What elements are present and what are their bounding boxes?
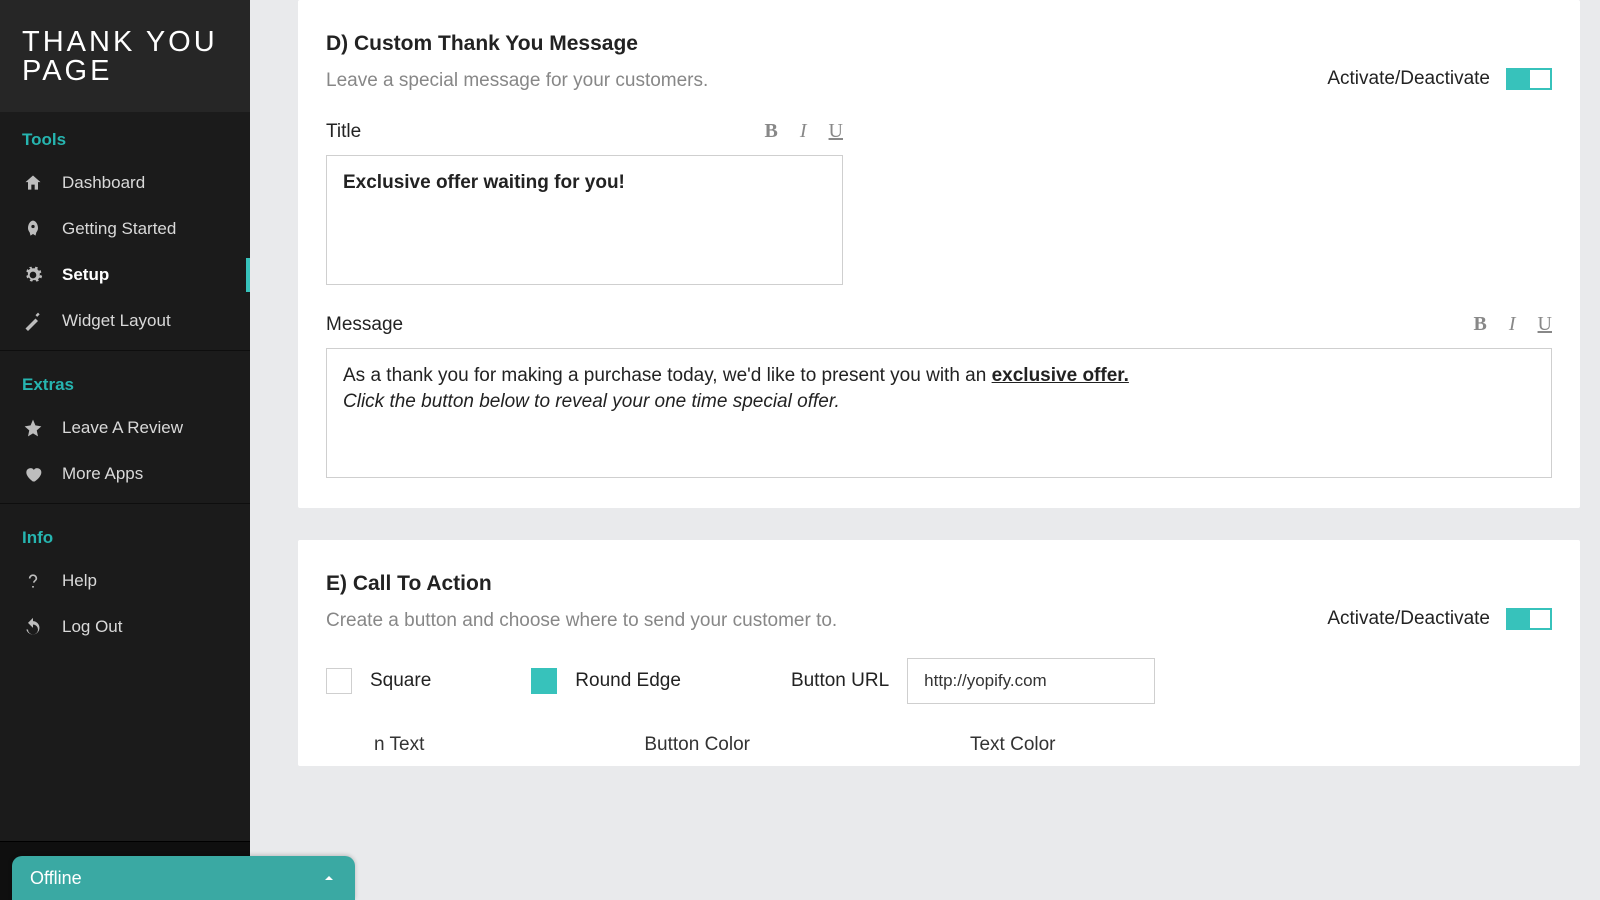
shape-square-label: Square xyxy=(370,670,431,692)
rocket-icon xyxy=(22,218,44,240)
checkbox-round-edge[interactable] xyxy=(531,668,557,694)
sidebar-item-leave-review[interactable]: Leave A Review xyxy=(0,405,250,451)
sidebar-item-label: More Apps xyxy=(62,464,143,484)
section-e-title: E) Call To Action xyxy=(326,572,1307,596)
wand-icon xyxy=(22,310,44,332)
sidebar-item-label: Log Out xyxy=(62,617,123,637)
activate-label: Activate/Deactivate xyxy=(1327,608,1490,630)
section-d-title: D) Custom Thank You Message xyxy=(326,32,1307,56)
star-icon xyxy=(22,417,44,439)
checkbox-square[interactable] xyxy=(326,668,352,694)
divider xyxy=(0,350,250,351)
gear-icon xyxy=(22,264,44,286)
underline-button[interactable]: U xyxy=(1538,313,1552,336)
main-content: D) Custom Thank You Message Leave a spec… xyxy=(250,0,1600,900)
divider xyxy=(0,503,250,504)
title-field-label: Title xyxy=(326,121,361,143)
button-text-label: n Text xyxy=(374,734,424,756)
text-color-label: Text Color xyxy=(970,734,1056,756)
message-text-2: Click the button below to reveal your on… xyxy=(343,391,840,412)
bold-button[interactable]: B xyxy=(765,120,778,143)
section-d-subtitle: Leave a special message for your custome… xyxy=(326,70,1307,92)
message-underlined: exclusive offer. xyxy=(992,365,1129,386)
heart-icon xyxy=(22,463,44,485)
card-call-to-action: E) Call To Action Create a button and ch… xyxy=(298,540,1580,766)
sidebar-item-label: Widget Layout xyxy=(62,311,171,331)
sidebar-item-dashboard[interactable]: Dashboard xyxy=(0,160,250,206)
underline-button[interactable]: U xyxy=(829,120,843,143)
sidebar-item-widget-layout[interactable]: Widget Layout xyxy=(0,298,250,344)
sidebar-item-label: Help xyxy=(62,571,97,591)
brand: THANK YOU PAGE xyxy=(0,0,250,112)
brand-title: THANK YOU PAGE xyxy=(22,28,228,86)
nav-section-extras: Extras xyxy=(0,357,250,405)
toggle-section-e[interactable] xyxy=(1506,608,1552,630)
button-color-label: Button Color xyxy=(644,734,750,756)
title-editor[interactable]: Exclusive offer waiting for you! xyxy=(326,155,843,285)
question-icon xyxy=(22,570,44,592)
button-url-label: Button URL xyxy=(791,670,889,692)
sidebar-item-setup[interactable]: Setup xyxy=(0,252,250,298)
section-e-subtitle: Create a button and choose where to send… xyxy=(326,610,1307,632)
sidebar-item-label: Leave A Review xyxy=(62,418,183,438)
sidebar-item-label: Setup xyxy=(62,265,109,285)
card-custom-message: D) Custom Thank You Message Leave a spec… xyxy=(298,0,1580,508)
italic-button[interactable]: I xyxy=(800,120,807,143)
message-field-label: Message xyxy=(326,314,403,336)
sidebar: THANK YOU PAGE Tools Dashboard Getting S… xyxy=(0,0,250,900)
italic-button[interactable]: I xyxy=(1509,313,1516,336)
sidebar-item-label: Getting Started xyxy=(62,219,176,239)
home-icon xyxy=(22,172,44,194)
nav-section-tools: Tools xyxy=(0,112,250,160)
chevron-up-icon xyxy=(321,870,337,886)
sidebar-item-help[interactable]: Help xyxy=(0,558,250,604)
sidebar-item-logout[interactable]: Log Out xyxy=(0,604,250,650)
message-editor[interactable]: As a thank you for making a purchase tod… xyxy=(326,348,1552,478)
nav-section-info: Info xyxy=(0,510,250,558)
message-format-toolbar: B I U xyxy=(1474,313,1552,336)
sidebar-item-label: Dashboard xyxy=(62,173,145,193)
message-text-1: As a thank you for making a purchase tod… xyxy=(343,365,992,386)
button-url-input[interactable] xyxy=(907,658,1155,704)
sidebar-item-more-apps[interactable]: More Apps xyxy=(0,451,250,497)
sidebar-item-getting-started[interactable]: Getting Started xyxy=(0,206,250,252)
chat-offline-bar[interactable]: Offline xyxy=(12,856,355,900)
shape-round-label: Round Edge xyxy=(575,670,681,692)
title-format-toolbar: B I U xyxy=(765,120,843,143)
title-value: Exclusive offer waiting for you! xyxy=(343,172,625,193)
activate-label: Activate/Deactivate xyxy=(1327,68,1490,90)
offline-label: Offline xyxy=(30,868,82,889)
undo-icon xyxy=(22,616,44,638)
bold-button[interactable]: B xyxy=(1474,313,1487,336)
toggle-section-d[interactable] xyxy=(1506,68,1552,90)
